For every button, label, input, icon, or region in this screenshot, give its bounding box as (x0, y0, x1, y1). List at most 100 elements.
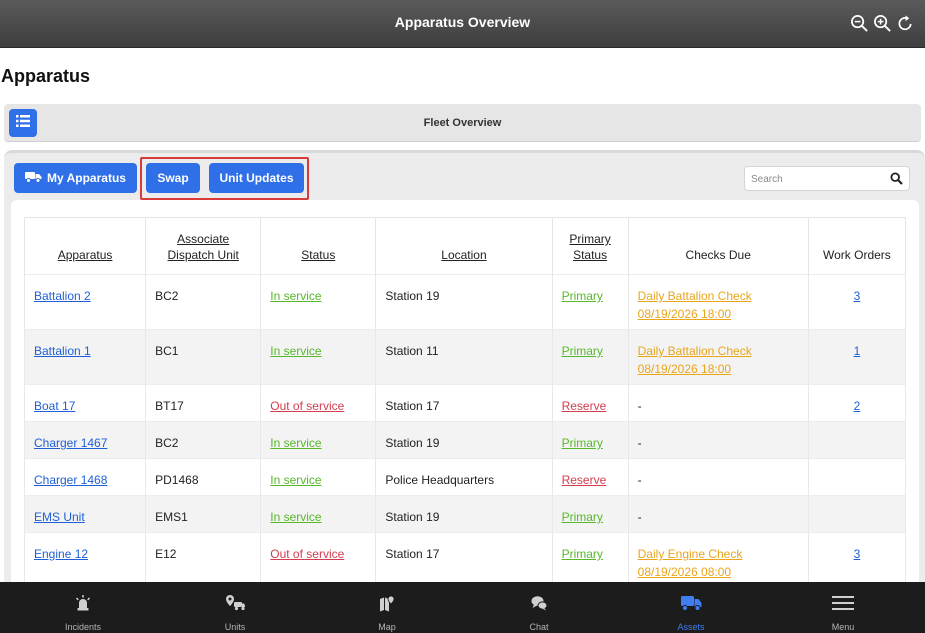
menu-icon (832, 593, 854, 618)
fleet-overview-bar: Fleet Overview (4, 104, 921, 142)
checks-due-cell: - (628, 421, 809, 459)
header-location[interactable]: Location (375, 217, 553, 275)
location-cell: Station 17 (375, 384, 553, 422)
status-link[interactable]: In service (270, 510, 321, 524)
bottom-nav: Incidents Units Map Chat Assets Menu (0, 582, 925, 633)
checks-due-cell: - (628, 384, 809, 422)
status-link[interactable]: In service (270, 436, 321, 450)
dispatch-unit-cell: BT17 (145, 384, 262, 422)
header-primary-status[interactable]: Primary Status (552, 217, 629, 275)
primary-status-link[interactable]: Primary (562, 344, 603, 358)
zoom-out-icon[interactable] (850, 14, 869, 38)
nav-label: Chat (529, 622, 549, 632)
work-orders-link[interactable]: 1 (854, 344, 861, 358)
location-cell: Station 19 (375, 495, 553, 533)
checks-due-date[interactable]: 08/19/2026 18:00 (638, 362, 731, 376)
nav-label: Units (224, 622, 246, 632)
nav-incidents[interactable]: Incidents (7, 582, 159, 633)
table-row: Engine 12 E12 Out of service Station 17 … (23, 532, 907, 588)
nav-label: Assets (677, 622, 705, 632)
work-orders-cell (808, 495, 907, 533)
dispatch-unit-cell: BC2 (145, 421, 262, 459)
status-link[interactable]: Out of service (270, 547, 344, 561)
status-link[interactable]: In service (270, 289, 321, 303)
search-input[interactable] (751, 171, 881, 187)
checks-due-date[interactable]: 08/19/2026 18:00 (638, 307, 731, 321)
nav-label: Menu (831, 622, 855, 632)
checks-due-date[interactable]: 08/19/2026 08:00 (638, 565, 731, 579)
truck-icon (680, 593, 702, 618)
search-icon[interactable] (890, 172, 903, 190)
checks-due-link[interactable]: Daily Battalion Check (638, 289, 752, 303)
apparatus-link[interactable]: Battalion 1 (34, 344, 91, 358)
header-work-orders: Work Orders (808, 217, 907, 275)
apparatus-link[interactable]: Engine 12 (34, 547, 88, 561)
status-link[interactable]: In service (270, 344, 321, 358)
table-row: Charger 1468 PD1468 In service Police He… (23, 458, 907, 496)
checks-due-cell: - (628, 458, 809, 496)
work-orders-cell (808, 458, 907, 496)
work-orders-link[interactable]: 3 (854, 547, 861, 561)
nav-units[interactable]: Units (159, 582, 311, 633)
siren-icon (72, 593, 94, 618)
header-title: Apparatus Overview (394, 14, 531, 30)
unit-updates-button[interactable]: Unit Updates (209, 163, 304, 193)
table-row: Battalion 2 BC2 In service Station 19 Pr… (23, 274, 907, 330)
my-apparatus-button[interactable]: My Apparatus (14, 163, 137, 193)
table-row: Boat 17 BT17 Out of service Station 17 R… (23, 384, 907, 422)
location-cell: Station 19 (375, 421, 553, 459)
nav-label: Map (378, 622, 396, 632)
apparatus-panel: My Apparatus Swap Unit Updates Apparatus… (4, 150, 925, 593)
chat-icon (528, 593, 550, 618)
nav-label: Incidents (64, 622, 102, 632)
table-container: Apparatus Associate Dispatch Unit Status … (11, 200, 919, 593)
my-apparatus-label: My Apparatus (47, 171, 126, 185)
header-apparatus[interactable]: Apparatus (23, 217, 147, 275)
location-cell: Station 19 (375, 274, 553, 330)
primary-status-link[interactable]: Primary (562, 547, 603, 561)
dispatch-unit-cell: EMS1 (145, 495, 262, 533)
location-cell: Police Headquarters (375, 458, 553, 496)
apparatus-table: Apparatus Associate Dispatch Unit Status … (23, 217, 907, 588)
work-orders-link[interactable]: 2 (854, 399, 861, 413)
dispatch-unit-cell: BC1 (145, 329, 262, 385)
dispatch-unit-cell: BC2 (145, 274, 262, 330)
nav-assets[interactable]: Assets (615, 582, 767, 633)
dispatch-unit-cell: PD1468 (145, 458, 262, 496)
primary-status-link[interactable]: Reserve (562, 473, 607, 487)
status-link[interactable]: Out of service (270, 399, 344, 413)
primary-status-link[interactable]: Primary (562, 289, 603, 303)
apparatus-link[interactable]: EMS Unit (34, 510, 85, 524)
units-icon (224, 593, 246, 618)
primary-status-link[interactable]: Primary (562, 510, 603, 524)
table-row: Charger 1467 BC2 In service Station 19 P… (23, 421, 907, 459)
location-cell: Station 17 (375, 532, 553, 588)
work-orders-link[interactable]: 3 (854, 289, 861, 303)
apparatus-link[interactable]: Boat 17 (34, 399, 75, 413)
location-cell: Station 11 (375, 329, 553, 385)
apparatus-link[interactable]: Charger 1467 (34, 436, 107, 450)
page-title: Apparatus (1, 66, 91, 86)
refresh-icon[interactable] (896, 14, 915, 38)
nav-chat[interactable]: Chat (463, 582, 615, 633)
zoom-in-icon[interactable] (873, 14, 892, 38)
header-tools (850, 14, 915, 38)
primary-status-link[interactable]: Primary (562, 436, 603, 450)
checks-due-link[interactable]: Daily Battalion Check (638, 344, 752, 358)
apparatus-link[interactable]: Charger 1468 (34, 473, 107, 487)
nav-menu[interactable]: Menu (767, 582, 919, 633)
swap-button[interactable]: Swap (146, 163, 200, 193)
primary-status-link[interactable]: Reserve (562, 399, 607, 413)
status-link[interactable]: In service (270, 473, 321, 487)
header-associate-dispatch-unit[interactable]: Associate Dispatch Unit (145, 217, 262, 275)
nav-map[interactable]: Map (311, 582, 463, 633)
header-checks-due: Checks Due (628, 217, 809, 275)
truck-icon (25, 171, 42, 186)
table-row: EMS Unit EMS1 In service Station 19 Prim… (23, 495, 907, 533)
table-row: Battalion 1 BC1 In service Station 11 Pr… (23, 329, 907, 385)
work-orders-cell (808, 421, 907, 459)
checks-due-link[interactable]: Daily Engine Check (638, 547, 743, 561)
header-status[interactable]: Status (260, 217, 377, 275)
apparatus-link[interactable]: Battalion 2 (34, 289, 91, 303)
map-icon (376, 593, 398, 618)
